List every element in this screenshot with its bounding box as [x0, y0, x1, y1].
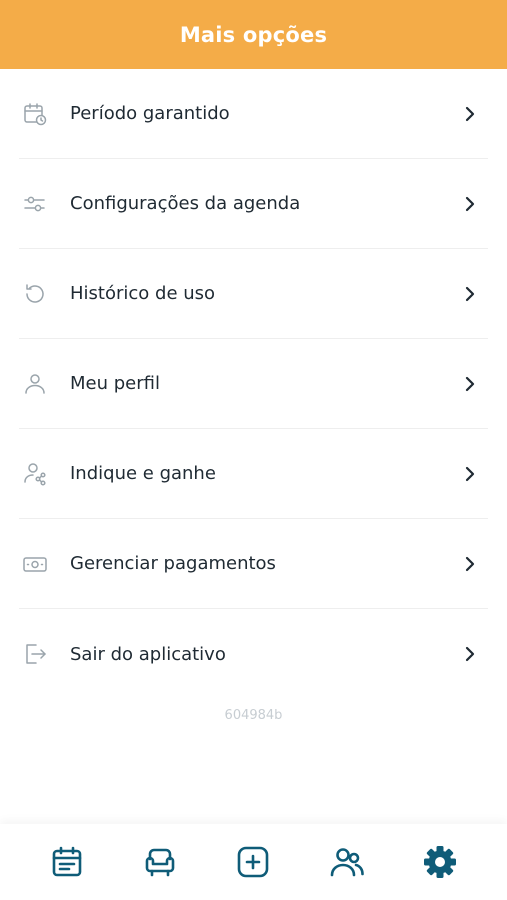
options-menu: Período garantido Configurações da agend…	[0, 69, 507, 699]
chevron-right-icon	[465, 106, 475, 121]
chevron-right-icon	[465, 286, 475, 301]
header: Mais opções	[0, 0, 507, 69]
menu-item-label: Indique e ganhe	[70, 463, 216, 484]
logout-icon	[22, 641, 48, 667]
chevron-right-icon	[465, 466, 475, 481]
tab-calendar[interactable]	[45, 840, 89, 884]
bottom-tab-bar	[0, 824, 507, 900]
menu-item-indique-ganhe[interactable]: Indique e ganhe	[19, 429, 488, 519]
menu-item-configuracoes-agenda[interactable]: Configurações da agenda	[19, 159, 488, 249]
menu-item-historico-uso[interactable]: Histórico de uso	[19, 249, 488, 339]
user-share-icon	[22, 461, 48, 487]
tab-users[interactable]	[325, 840, 369, 884]
sliders-icon	[22, 191, 48, 217]
chevron-right-icon	[465, 196, 475, 211]
chevron-right-icon	[465, 376, 475, 391]
menu-item-label: Sair do aplicativo	[70, 643, 226, 665]
menu-item-gerenciar-pagamentos[interactable]: Gerenciar pagamentos	[19, 519, 488, 609]
gear-icon	[424, 846, 457, 878]
calendar-clock-icon	[22, 101, 48, 127]
chevron-right-icon	[465, 556, 475, 571]
users-icon	[330, 848, 364, 877]
calendar-icon	[52, 846, 81, 877]
page-title: Mais opções	[179, 22, 328, 47]
armchair-icon	[145, 848, 175, 877]
history-icon	[22, 281, 48, 307]
menu-item-sair-aplicativo[interactable]: Sair do aplicativo	[19, 609, 488, 699]
menu-item-label: Configurações da agenda	[70, 193, 301, 214]
user-icon	[22, 371, 48, 397]
version-label: 604984b	[224, 708, 283, 723]
plus-square-icon	[238, 846, 269, 878]
chevron-right-icon	[465, 646, 475, 662]
tab-add[interactable]	[231, 840, 275, 884]
menu-item-label: Gerenciar pagamentos	[70, 553, 276, 574]
menu-item-label: Período garantido	[70, 103, 230, 124]
menu-item-periodo-garantido[interactable]: Período garantido	[19, 69, 488, 159]
tab-armchair[interactable]	[138, 840, 182, 884]
menu-item-label: Histórico de uso	[70, 283, 216, 304]
money-icon	[22, 551, 48, 577]
tab-settings[interactable]	[418, 840, 462, 884]
menu-item-label: Meu perfil	[70, 373, 160, 394]
menu-item-meu-perfil[interactable]: Meu perfil	[19, 339, 488, 429]
